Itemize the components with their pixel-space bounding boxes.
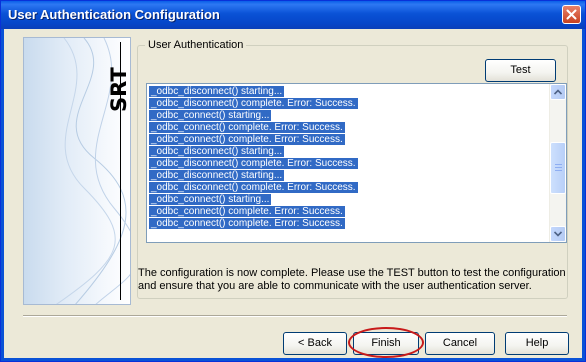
window-frame-left [1,29,4,361]
log-line-text: _odbc_connect() starting... [149,110,272,121]
log-line-text: _odbc_disconnect() complete. Error: Succ… [149,182,358,193]
window-frame-bottom [1,358,585,361]
log-line[interactable]: _odbc_connect() starting... [149,110,549,122]
log-line-text: _odbc_disconnect() complete. Error: Succ… [149,158,358,169]
finish-button[interactable]: Finish [353,332,419,355]
title-bar[interactable]: User Authentication Configuration [1,1,585,29]
log-lines: _odbc_disconnect() starting... _odbc_disc… [149,86,549,230]
log-line-text: _odbc_disconnect() starting... [149,170,285,181]
log-line-text: _odbc_disconnect() starting... [149,146,285,157]
window-title: User Authentication Configuration [8,7,220,22]
scroll-thumb[interactable] [550,142,566,194]
log-line[interactable]: _odbc_disconnect() complete. Error: Succ… [149,98,549,110]
log-line[interactable]: _odbc_connect() complete. Error: Success… [149,122,549,134]
help-button[interactable]: Help [505,332,569,355]
log-line[interactable]: _odbc_disconnect() complete. Error: Succ… [149,158,549,170]
wizard-banner: SRT [23,37,131,305]
log-line-text: _odbc_connect() complete. Error: Success… [149,122,345,133]
log-scrollbar[interactable] [549,84,566,242]
log-line-text: _odbc_connect() starting... [149,194,272,205]
group-label: User Authentication [145,39,247,51]
log-line[interactable]: _odbc_disconnect() starting... [149,86,549,98]
log-line[interactable]: _odbc_connect() complete. Error: Success… [149,218,549,230]
log-line[interactable]: _odbc_connect() starting... [149,194,549,206]
log-line-text: _odbc_connect() complete. Error: Success… [149,206,345,217]
chevron-down-icon [554,231,562,237]
log-output-listbox[interactable]: _odbc_disconnect() starting... _odbc_disc… [146,83,567,243]
log-line[interactable]: _odbc_disconnect() starting... [149,146,549,158]
close-button[interactable] [562,5,581,24]
log-line-text: _odbc_connect() complete. Error: Success… [149,134,345,145]
log-line-text: _odbc_connect() complete. Error: Success… [149,218,345,229]
log-line[interactable]: _odbc_disconnect() complete. Error: Succ… [149,182,549,194]
log-line[interactable]: _odbc_connect() complete. Error: Success… [149,206,549,218]
log-line-text: _odbc_disconnect() complete. Error: Succ… [149,98,358,109]
dialog-window: User Authentication Configuration SRT Us… [0,0,586,362]
button-separator [23,315,567,317]
log-line[interactable]: _odbc_disconnect() starting... [149,170,549,182]
close-icon [566,9,577,20]
back-button[interactable]: < Back [283,332,347,355]
banner-logo-text: SRT [107,67,131,112]
test-button[interactable]: Test [485,59,556,82]
window-frame-right [582,29,585,361]
cancel-button[interactable]: Cancel [425,332,495,355]
scroll-up-button[interactable] [550,84,566,100]
log-line-text: _odbc_disconnect() starting... [149,86,285,97]
log-line[interactable]: _odbc_connect() complete. Error: Success… [149,134,549,146]
completion-description: The configuration is now complete. Pleas… [138,267,566,292]
chevron-up-icon [554,89,562,95]
scroll-down-button[interactable] [550,226,566,242]
